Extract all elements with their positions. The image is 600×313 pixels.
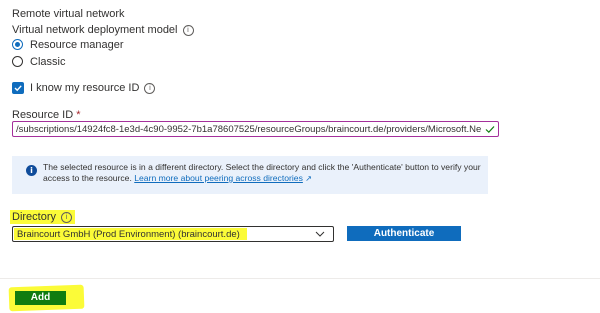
required-mark: * — [76, 109, 81, 121]
deployment-model-label-text: Virtual network deployment model — [12, 24, 178, 36]
banner-text-line2: access to the resource. Learn more about… — [43, 173, 312, 184]
checkmark-icon — [485, 126, 495, 134]
info-filled-icon: i — [26, 165, 37, 176]
directory-select[interactable]: Braincourt GmbH (Prod Environment) (brai… — [12, 226, 334, 242]
add-button[interactable]: Add — [15, 291, 66, 305]
radio-classic[interactable]: Classic — [12, 55, 172, 69]
resource-id-label: Resource ID * — [12, 108, 80, 122]
banner-text-prefix: access to the resource. — [43, 173, 132, 183]
chevron-down-icon[interactable] — [315, 231, 325, 237]
know-resource-id-text: I know my resource ID — [30, 82, 140, 94]
peering-learn-more-link[interactable]: Learn more about peering across director… — [134, 173, 303, 183]
checkbox-checked-icon[interactable] — [12, 82, 24, 94]
radio-unselected-icon[interactable] — [12, 56, 23, 67]
radio-classic-label: Classic — [30, 56, 66, 68]
directory-label-text: Directory — [12, 211, 57, 223]
resource-id-label-text: Resource ID — [12, 109, 74, 121]
directory-label: Directory i — [10, 210, 76, 224]
radio-resource-manager[interactable]: Resource manager — [12, 38, 172, 52]
info-banner: i The selected resource is in a differen… — [12, 156, 488, 194]
resource-id-value: /subscriptions/14924fc8-1e3d-4c90-9952-7… — [16, 124, 481, 135]
know-resource-id-checkbox[interactable]: I know my resource ID i — [12, 81, 212, 95]
authenticate-button[interactable]: Authenticate — [347, 226, 461, 241]
directory-selected-value: Braincourt GmbH (Prod Environment) (brai… — [17, 229, 240, 240]
external-link-icon[interactable]: ↗ — [305, 174, 312, 183]
info-icon[interactable]: i — [182, 25, 194, 36]
info-icon[interactable]: i — [61, 212, 73, 223]
resource-id-input[interactable]: /subscriptions/14924fc8-1e3d-4c90-9952-7… — [12, 121, 499, 137]
banner-text-line1: The selected resource is in a different … — [43, 162, 481, 172]
know-resource-id-label: I know my resource ID i — [30, 81, 156, 95]
section-title: Remote virtual network — [12, 8, 125, 20]
deployment-model-label: Virtual network deployment model i — [12, 23, 194, 37]
info-icon[interactable]: i — [144, 83, 156, 94]
radio-selected-icon[interactable] — [12, 39, 23, 50]
radio-resource-manager-label: Resource manager — [30, 39, 124, 51]
footer-divider — [0, 278, 600, 279]
